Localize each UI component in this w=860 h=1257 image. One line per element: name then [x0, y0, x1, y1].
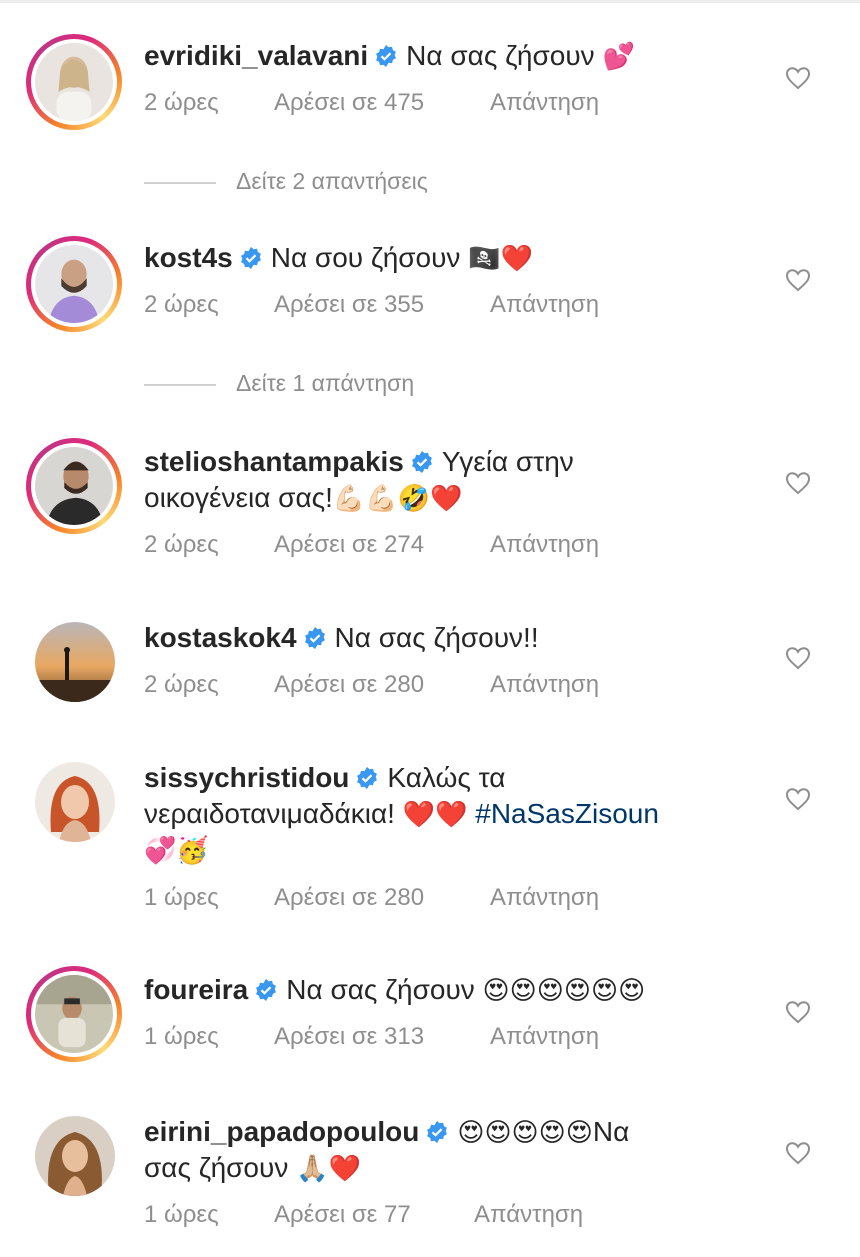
username-link[interactable]: evridiki_valavani: [144, 40, 368, 71]
verified-badge-icon: [425, 1120, 449, 1144]
comment-body: evridiki_valavani Να σας ζήσουν 💕: [144, 38, 635, 75]
reply-button[interactable]: Απάντηση: [490, 530, 599, 560]
like-heart-icon[interactable]: [785, 1000, 811, 1024]
comment-time: 2 ώρες: [144, 531, 219, 558]
likes-count[interactable]: Αρέσει σε 355: [274, 290, 490, 320]
comment-text: σας ζήσουν: [144, 1152, 289, 1183]
avatar-story-ring[interactable]: [26, 438, 122, 534]
comment-time: 1 ώρες: [144, 884, 219, 911]
like-heart-icon[interactable]: [785, 646, 811, 670]
username-link[interactable]: kost4s: [144, 242, 233, 273]
likes-count[interactable]: Αρέσει σε 274: [274, 530, 490, 560]
hashtag-link[interactable]: #NaSasZisoun: [475, 798, 659, 829]
comment-text: Καλώς τα: [387, 762, 506, 793]
username-link[interactable]: sissychristidou: [144, 762, 349, 793]
comment-time: 2 ώρες: [144, 89, 219, 116]
comment-text: Να σας ζήσουν: [286, 974, 475, 1005]
comment-time: 2 ώρες: [144, 291, 219, 318]
avatar: [35, 447, 113, 525]
like-heart-icon[interactable]: [785, 268, 811, 292]
view-replies-label: Δείτε 2 απαντήσεις: [236, 168, 428, 194]
comment-text: νεραιδοτανιμαδάκια!: [144, 798, 395, 829]
comment-meta: 2 ώρες Αρέσει σε 475 Απάντηση: [144, 88, 599, 118]
top-border: [0, 0, 860, 3]
comment-meta: 2 ώρες Αρέσει σε 355 Απάντηση: [144, 290, 599, 320]
likes-count[interactable]: Αρέσει σε 280: [274, 883, 490, 913]
avatar-story-ring[interactable]: [26, 34, 122, 130]
reply-button[interactable]: Απάντηση: [490, 1022, 599, 1052]
comment-body: eirini_papadopoulou 😍😍😍😍😍Να: [144, 1114, 629, 1151]
likes-count[interactable]: Αρέσει σε 313: [274, 1022, 490, 1052]
comment-body: kost4s Να σου ζήσουν 🏴‍☠️❤️: [144, 240, 533, 277]
comment-body: stelioshantampakis Υγεία στην: [144, 444, 574, 480]
reply-button[interactable]: Απάντηση: [490, 88, 599, 118]
comment-meta: 1 ώρες Αρέσει σε 313 Απάντηση: [144, 1022, 599, 1052]
replies-divider: [144, 383, 216, 386]
avatar: [35, 43, 113, 121]
comment-emoji: 🙏🏼❤️: [296, 1154, 361, 1184]
verified-badge-icon: [355, 766, 379, 790]
comment-body: sissychristidou Καλώς τα: [144, 760, 506, 796]
avatar: [35, 975, 113, 1053]
comment-text: Να σου ζήσουν: [270, 242, 461, 273]
username-link[interactable]: kostaskok4: [144, 622, 297, 653]
comment-text: οικογένεια σας!: [144, 482, 333, 513]
comment-body-line2: σας ζήσουν 🙏🏼❤️: [144, 1150, 361, 1187]
comment-time: 1 ώρες: [144, 1201, 219, 1228]
like-heart-icon[interactable]: [785, 1141, 811, 1165]
comment-emoji: ❤️❤️: [402, 800, 468, 830]
reply-button[interactable]: Απάντηση: [474, 1200, 583, 1230]
verified-badge-icon: [303, 626, 327, 650]
avatar[interactable]: [35, 762, 115, 842]
like-heart-icon[interactable]: [785, 66, 811, 90]
comment-meta: 1 ώρες Αρέσει σε 280 Απάντηση: [144, 883, 599, 913]
verified-badge-icon: [410, 450, 434, 474]
comment-emoji: 💪🏻💪🏻🤣❤️: [332, 484, 463, 514]
reply-button[interactable]: Απάντηση: [490, 883, 599, 913]
replies-divider: [144, 181, 216, 184]
likes-count[interactable]: Αρέσει σε 475: [274, 88, 490, 118]
reply-button[interactable]: Απάντηση: [490, 670, 599, 700]
username-link[interactable]: stelioshantampakis: [144, 446, 404, 477]
comment-body-line2: οικογένεια σας!💪🏻💪🏻🤣❤️: [144, 480, 462, 517]
comment-meta: 1 ώρες Αρέσει σε 77 Απάντηση: [144, 1200, 583, 1230]
avatar-story-ring[interactable]: [26, 236, 122, 332]
comment-meta: 2 ώρες Αρέσει σε 280 Απάντηση: [144, 670, 599, 700]
avatar-story-ring[interactable]: [26, 966, 122, 1062]
likes-count[interactable]: Αρέσει σε 77: [274, 1200, 474, 1230]
like-heart-icon[interactable]: [785, 471, 811, 495]
view-replies-button[interactable]: Δείτε 1 απάντηση: [144, 368, 414, 398]
comment-body: foureira Να σας ζήσουν 😍😍😍😍😍😍: [144, 972, 645, 1009]
comment-emoji: 💕: [602, 42, 635, 72]
likes-count[interactable]: Αρέσει σε 280: [274, 670, 490, 700]
username-link[interactable]: foureira: [144, 974, 248, 1005]
avatar[interactable]: [35, 622, 115, 702]
avatar: [35, 245, 113, 323]
verified-badge-icon: [254, 978, 278, 1002]
comment-text: Υγεία στην: [441, 446, 574, 477]
comment-meta: 2 ώρες Αρέσει σε 274 Απάντηση: [144, 530, 599, 560]
comment-time: 2 ώρες: [144, 671, 219, 698]
comment-body-line2: νεραιδοτανιμαδάκια! ❤️❤️ #NaSasZisoun: [144, 796, 659, 833]
verified-badge-icon: [374, 44, 398, 68]
comment-body: kostaskok4 Να σας ζήσουν!!: [144, 620, 539, 656]
reply-button[interactable]: Απάντηση: [490, 290, 599, 320]
comment-text: Να σας ζήσουν: [406, 40, 595, 71]
verified-badge-icon: [239, 246, 263, 270]
comment-emoji: 🏴‍☠️❤️: [468, 244, 533, 274]
avatar[interactable]: [35, 1116, 115, 1196]
comment-text: Να: [592, 1116, 630, 1147]
comment-emoji: 😍😍😍😍😍: [457, 1118, 593, 1148]
comment-emoji: 😍😍😍😍😍😍: [482, 976, 646, 1006]
view-replies-button[interactable]: Δείτε 2 απαντήσεις: [144, 166, 428, 196]
like-heart-icon[interactable]: [785, 787, 811, 811]
comment-time: 1 ώρες: [144, 1023, 219, 1050]
view-replies-label: Δείτε 1 απάντηση: [236, 370, 415, 396]
comment-text: Να σας ζήσουν!!: [334, 622, 539, 653]
username-link[interactable]: eirini_papadopoulou: [144, 1116, 419, 1147]
comment-body-line3: 💞🥳: [144, 832, 209, 869]
comment-emoji: 💞🥳: [144, 836, 209, 866]
